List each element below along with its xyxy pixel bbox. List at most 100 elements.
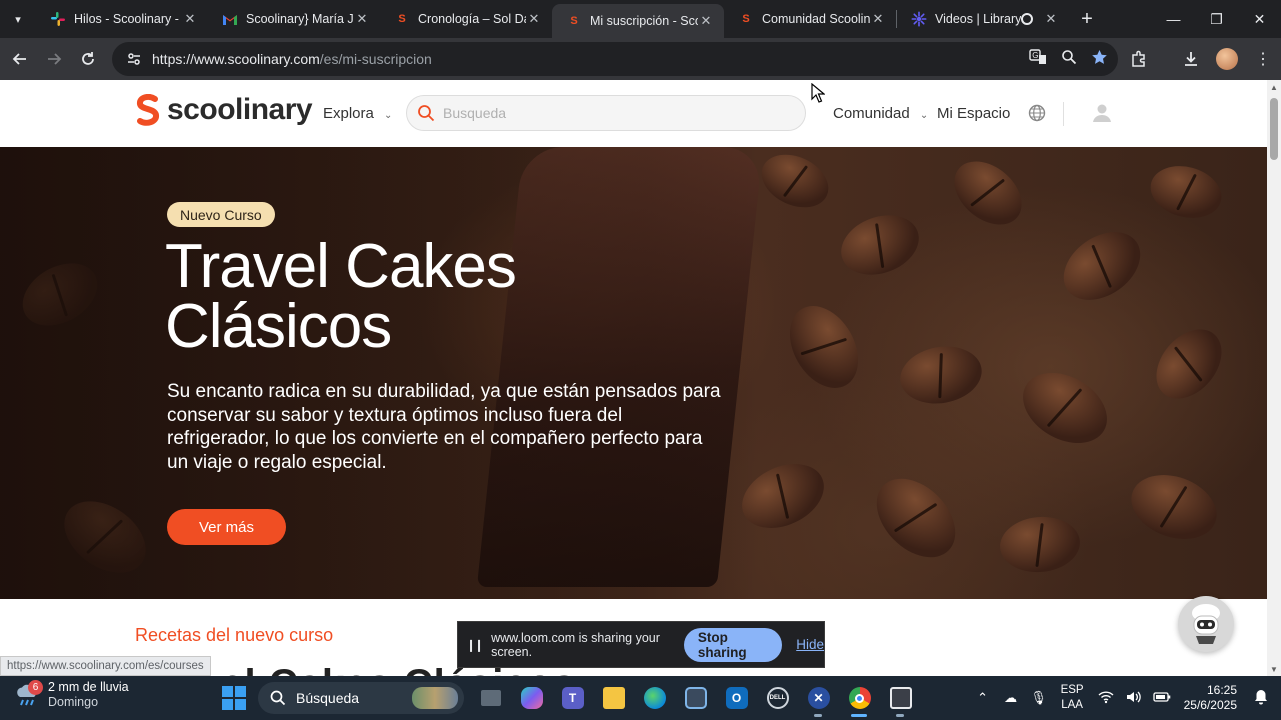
chrome-icon (848, 687, 871, 709)
slack-icon (50, 11, 66, 27)
onedrive-icon[interactable]: ☁ (997, 690, 1025, 706)
browser-menu-icon[interactable]: ⋮ (1245, 49, 1281, 69)
coffee-bean (1122, 463, 1226, 551)
drag-handle-icon[interactable]: ❙❙ (466, 638, 484, 652)
language-code: ESP (1060, 684, 1084, 696)
snipping-tool-icon (889, 687, 912, 709)
windows-taskbar: 6 2 mm de lluvia Domingo Búsqueda T O DE… (0, 676, 1281, 720)
dell-app[interactable]: DELL (757, 682, 798, 714)
close-icon[interactable]: ✕ (870, 11, 886, 27)
weather-alert-badge: 6 (28, 680, 43, 695)
weather-day: Domingo (48, 695, 99, 709)
clock-time: 16:25 (1206, 683, 1237, 697)
nav-comunidad[interactable]: Comunidad ⌄ (833, 105, 928, 122)
tab-cronologia[interactable]: S Cronología – Sol Dan ✕ (380, 0, 552, 38)
address-bar[interactable]: https://www.scoolinary.com/es/mi-suscrip… (112, 42, 1118, 76)
close-window-button[interactable]: ✕ (1238, 0, 1281, 38)
teams-app[interactable]: T (552, 682, 593, 714)
nav-explora[interactable]: Explora ⌄ (323, 105, 392, 122)
translate-icon[interactable]: G (1029, 48, 1047, 70)
scoolinary-icon: S (570, 15, 578, 27)
taskbar-search[interactable]: Búsqueda (258, 682, 464, 714)
arrow-left-icon (12, 53, 26, 65)
windows-start-button[interactable] (222, 686, 246, 710)
download-icon[interactable] (1173, 50, 1209, 68)
back-button[interactable] (3, 42, 37, 76)
bookmark-star-icon[interactable] (1091, 49, 1108, 70)
arrow-right-icon (48, 53, 62, 65)
language-globe-icon[interactable] (1028, 104, 1046, 127)
dell-icon: DELL (766, 687, 789, 709)
site-settings-icon[interactable] (126, 51, 142, 67)
chevron-down-icon: ▾ (15, 13, 21, 26)
coffee-bean (832, 205, 928, 285)
scroll-down-icon[interactable]: ▼ (1270, 665, 1278, 674)
close-icon[interactable]: ✕ (1043, 11, 1059, 27)
coffee-bean (895, 340, 987, 410)
keyboard-layout: LAA (1061, 699, 1083, 711)
task-view-button[interactable] (470, 682, 511, 714)
extensions-icon[interactable] (1121, 50, 1157, 68)
snipping-app[interactable] (880, 682, 921, 717)
volume-icon[interactable] (1120, 690, 1148, 707)
coffee-bean (776, 293, 872, 401)
microphone-icon[interactable]: 🎙︎ (1025, 690, 1053, 706)
tab-title: Mi suscripción - Scoo (590, 14, 698, 28)
search-input[interactable] (443, 105, 773, 121)
tab-gmail[interactable]: Scoolinary} María Jes ✕ (208, 0, 380, 38)
ver-mas-button[interactable]: Ver más (167, 509, 286, 545)
weather-widget[interactable]: 6 2 mm de lluvia Domingo (14, 680, 129, 710)
tab-comunidad[interactable]: S Comunidad Scoolinar ✕ (724, 0, 896, 38)
chrome-app[interactable] (839, 682, 880, 717)
battery-icon[interactable] (1148, 691, 1176, 706)
loom-sharing-bar: ❙❙ www.loom.com is sharing your screen. … (457, 621, 825, 668)
minimize-button[interactable]: — (1152, 0, 1195, 38)
tab-mi-suscripcion[interactable]: S Mi suscripción - Scoo ✕ (552, 4, 724, 38)
running-indicator (814, 714, 822, 717)
close-icon[interactable]: ✕ (698, 13, 714, 29)
new-tab-button[interactable]: + (1069, 8, 1105, 31)
copilot-app[interactable] (511, 682, 552, 714)
wifi-icon[interactable] (1092, 690, 1120, 707)
hide-sharing-bar-link[interactable]: Hide (796, 637, 824, 652)
stop-sharing-button[interactable]: Stop sharing (683, 627, 783, 662)
header-divider (1063, 102, 1064, 126)
site-logo[interactable]: scoolinary (135, 93, 313, 127)
scroll-up-icon[interactable]: ▲ (1270, 83, 1278, 92)
outlook-app[interactable]: O (716, 682, 757, 714)
tab-search-button[interactable]: ▾ (0, 0, 36, 38)
profile-avatar[interactable] (1216, 48, 1238, 70)
taskbar-clock[interactable]: 16:25 25/6/2025 (1184, 683, 1237, 713)
vpn-app[interactable]: ✕ (798, 682, 839, 717)
tab-title: Videos | Library | L (935, 12, 1021, 26)
coffee-bean (1144, 158, 1228, 226)
url-text[interactable]: https://www.scoolinary.com/es/mi-suscrip… (152, 51, 432, 67)
site-search[interactable] (406, 95, 806, 131)
tab-loom[interactable]: Videos | Library | L ✕ (897, 0, 1069, 38)
nav-mi-espacio[interactable]: Mi Espacio (937, 105, 1010, 122)
coffee-bean (942, 148, 1034, 238)
close-icon[interactable]: ✕ (182, 11, 198, 27)
tab-title: Cronología – Sol Dan (418, 12, 526, 26)
recording-icon (1021, 13, 1033, 25)
notifications-icon[interactable] (1247, 689, 1275, 708)
page-scrollbar[interactable]: ▲ ▼ (1267, 80, 1281, 676)
language-indicator[interactable]: ESP LAA (1061, 683, 1084, 713)
close-icon[interactable]: ✕ (526, 11, 542, 27)
taskbar-apps: T O DELL ✕ (470, 682, 921, 717)
maximize-button[interactable]: ❐ (1195, 0, 1238, 38)
scoolinary-icon: S (742, 13, 750, 25)
chevron-up-icon[interactable]: ⌃ (969, 690, 997, 706)
file-explorer-app[interactable] (593, 682, 634, 714)
forward-button[interactable] (37, 42, 71, 76)
scroll-thumb[interactable] (1270, 98, 1278, 160)
store-app[interactable] (675, 682, 716, 714)
user-avatar-icon[interactable] (1092, 103, 1112, 128)
tab-slack[interactable]: Hilos - Scoolinary - Sl ✕ (36, 0, 208, 38)
close-icon[interactable]: ✕ (354, 11, 370, 27)
reload-button[interactable] (71, 42, 105, 76)
zoom-icon[interactable] (1061, 49, 1077, 69)
edge-app[interactable] (634, 682, 675, 714)
running-indicator (851, 714, 867, 717)
chef-assistant-button[interactable] (1178, 596, 1234, 652)
